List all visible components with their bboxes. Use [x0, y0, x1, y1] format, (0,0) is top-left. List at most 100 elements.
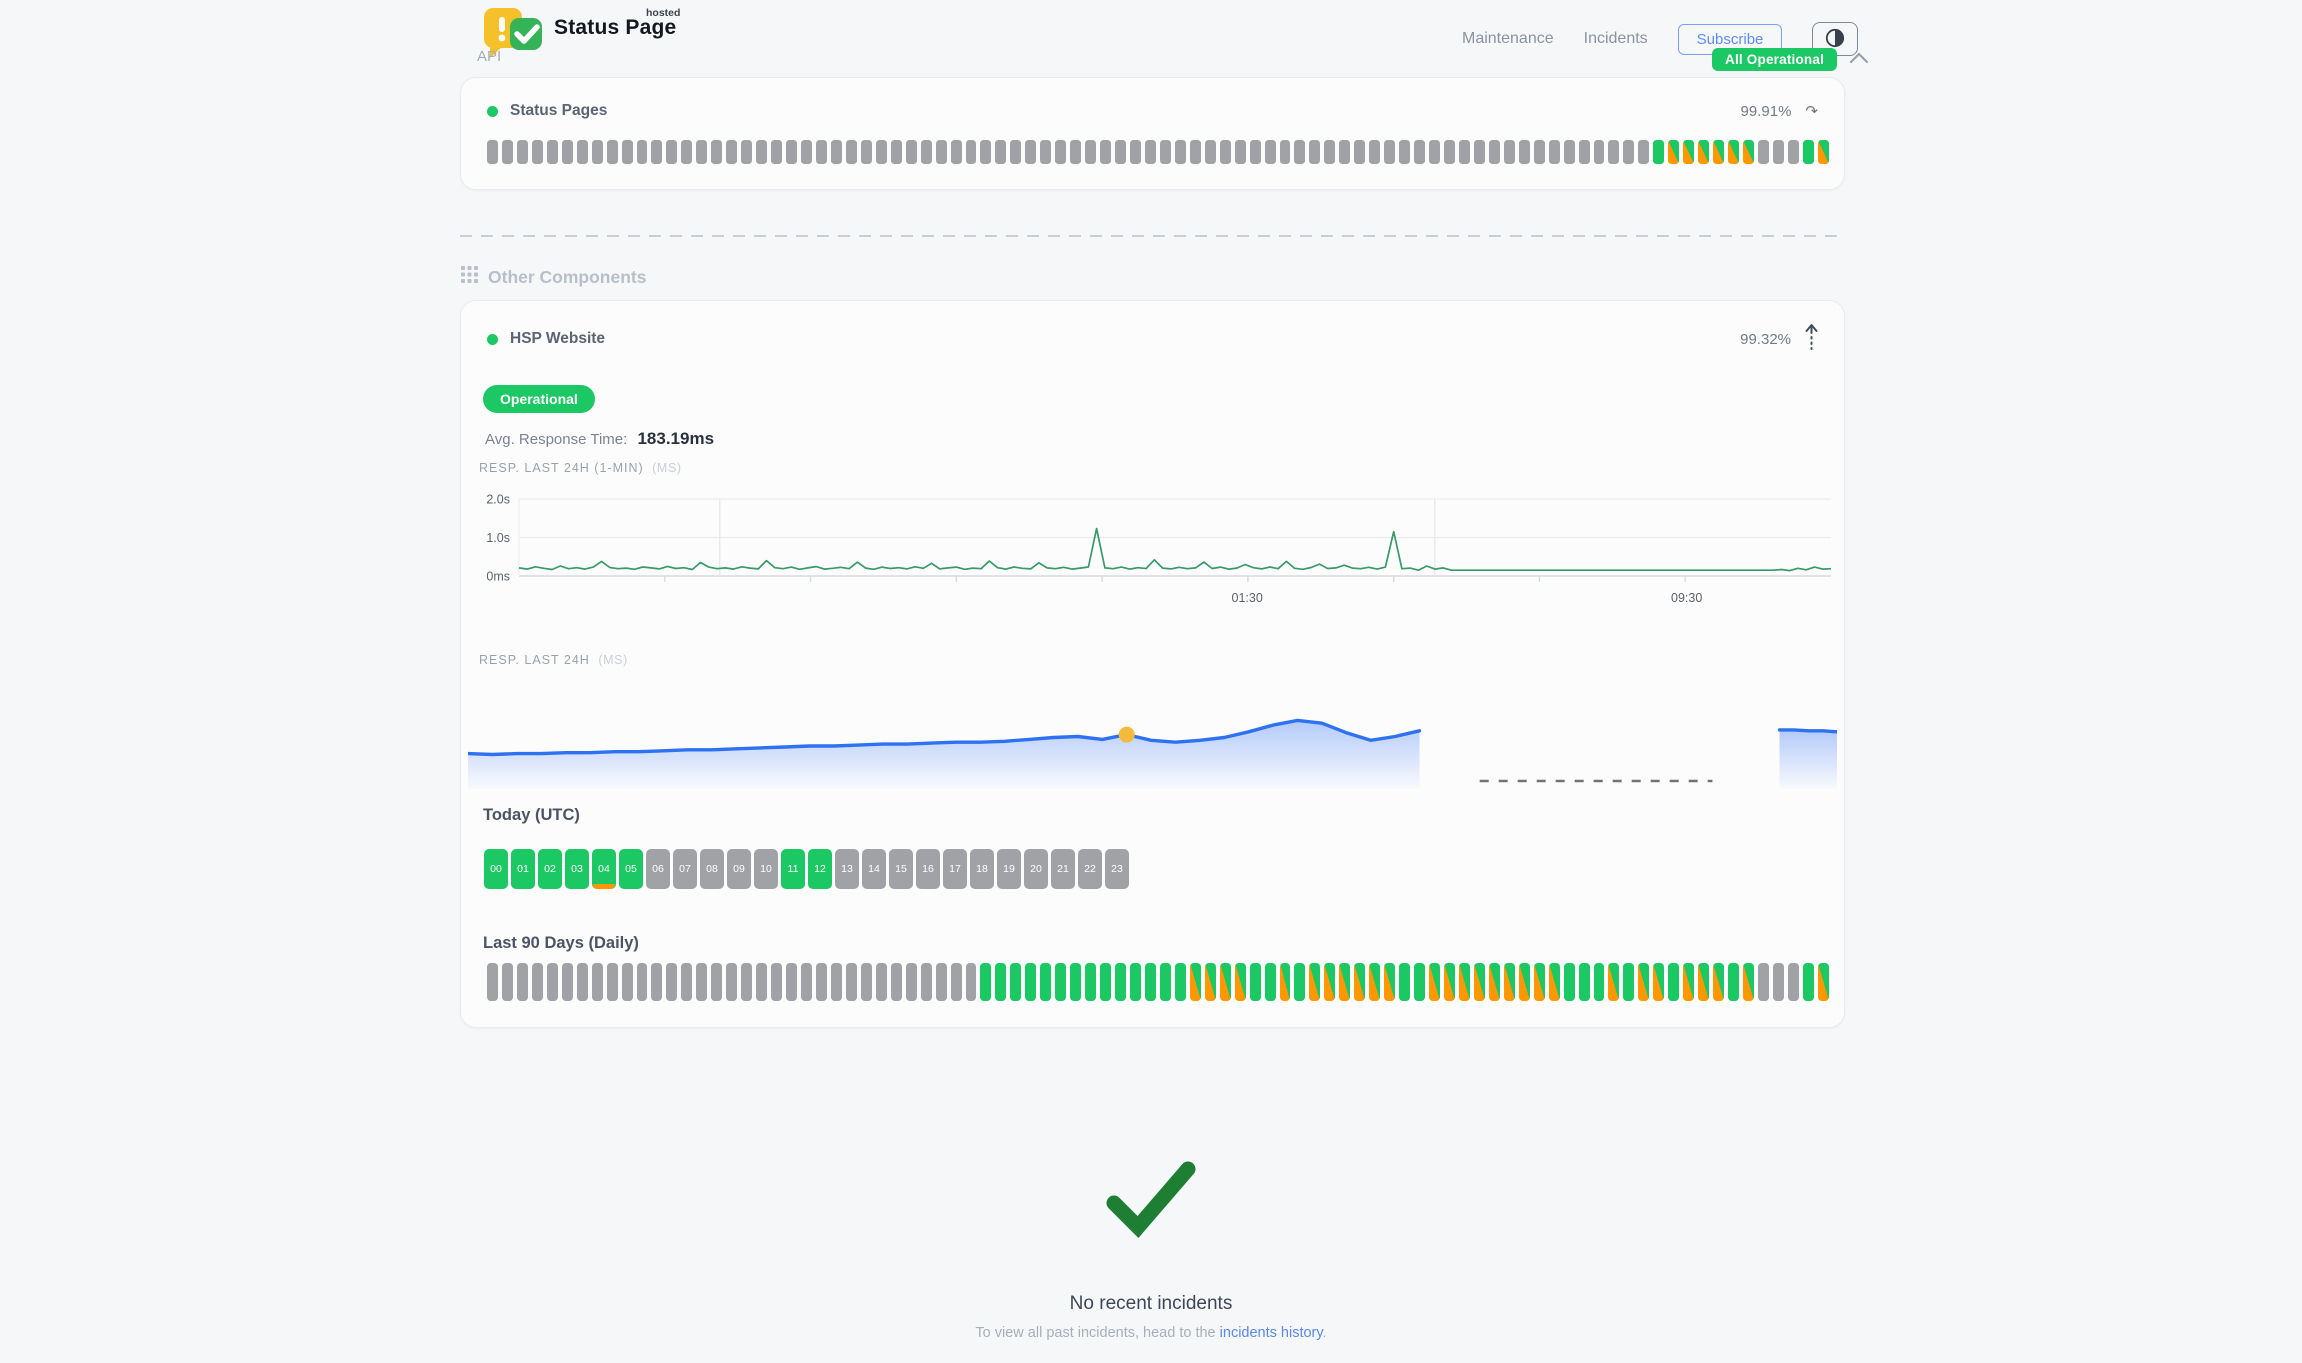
hour-block-04[interactable]: 04 — [592, 849, 616, 889]
uptime-bar-up[interactable] — [1100, 963, 1111, 1001]
uptime-bar-nodata[interactable] — [547, 140, 558, 164]
uptime-bar-nodata[interactable] — [696, 963, 707, 1001]
uptime-bar-nodata[interactable] — [1055, 140, 1066, 164]
uptime-bar-nodata[interactable] — [1025, 140, 1036, 164]
component-row[interactable]: Status Pages 99.91% ↷ — [461, 78, 1844, 120]
uptime-bar-nodata[interactable] — [1265, 140, 1276, 164]
uptime-bar-nodata[interactable] — [532, 140, 543, 164]
hour-block-10[interactable]: 10 — [754, 849, 778, 889]
uptime-bar-up[interactable] — [1399, 963, 1410, 1001]
uptime-bar-nodata[interactable] — [577, 140, 588, 164]
uptime-bar-nodata[interactable] — [651, 963, 662, 1001]
uptime-bar-up[interactable] — [1265, 963, 1276, 1001]
uptime-bar-up[interactable] — [1594, 963, 1605, 1001]
uptime-bar-nodata[interactable] — [1489, 140, 1500, 164]
uptime-bar-up[interactable] — [1414, 963, 1425, 1001]
hour-block-14[interactable]: 14 — [862, 849, 886, 889]
uptime-bar-nodata[interactable] — [1354, 140, 1365, 164]
uptime-bar-nodata[interactable] — [517, 963, 528, 1001]
uptime-bar-nodata[interactable] — [1010, 140, 1021, 164]
hour-block-03[interactable]: 03 — [565, 849, 589, 889]
uptime-bar-nodata[interactable] — [502, 140, 513, 164]
uptime-bar-nodata[interactable] — [726, 963, 737, 1001]
uptime-bar-degraded[interactable] — [1638, 963, 1649, 1001]
uptime-bar-degraded[interactable] — [1743, 963, 1754, 1001]
uptime-bar-degraded[interactable] — [1429, 963, 1440, 1001]
uptime-bar-nodata[interactable] — [1788, 140, 1799, 164]
hour-block-12[interactable]: 12 — [808, 849, 832, 889]
uptime-bar-nodata[interactable] — [1474, 140, 1485, 164]
uptime-bar-nodata[interactable] — [1070, 140, 1081, 164]
uptime-bar-degraded[interactable] — [1713, 140, 1724, 164]
uptime-bar-degraded[interactable] — [1653, 963, 1664, 1001]
uptime-bar-nodata[interactable] — [936, 963, 947, 1001]
uptime-bar-nodata[interactable] — [562, 140, 573, 164]
uptime-bar-nodata[interactable] — [1444, 140, 1455, 164]
uptime-bar-nodata[interactable] — [966, 140, 977, 164]
uptime-bar-nodata[interactable] — [966, 963, 977, 1001]
uptime-bar-nodata[interactable] — [1399, 140, 1410, 164]
hour-block-15[interactable]: 15 — [889, 849, 913, 889]
uptime-bar-nodata[interactable] — [1220, 140, 1231, 164]
uptime-bar-nodata[interactable] — [696, 140, 707, 164]
uptime-bar-nodata[interactable] — [816, 140, 827, 164]
uptime-bar-up[interactable] — [1085, 963, 1096, 1001]
uptime-bar-nodata[interactable] — [1115, 140, 1126, 164]
uptime-bar-up[interactable] — [1160, 963, 1171, 1001]
hour-block-09[interactable]: 09 — [727, 849, 751, 889]
uptime-bar-up[interactable] — [1579, 963, 1590, 1001]
uptime-bar-degraded[interactable] — [1818, 140, 1829, 164]
uptime-bar-degraded[interactable] — [1280, 963, 1291, 1001]
uptime-bar-nodata[interactable] — [921, 140, 932, 164]
hour-block-23[interactable]: 23 — [1105, 849, 1129, 889]
uptime-bar-nodata[interactable] — [1594, 140, 1605, 164]
uptime-bar-nodata[interactable] — [951, 963, 962, 1001]
uptime-bar-nodata[interactable] — [1280, 140, 1291, 164]
uptime-bar-nodata[interactable] — [502, 963, 513, 1001]
hour-block-02[interactable]: 02 — [538, 849, 562, 889]
uptime-bar-up[interactable] — [1653, 140, 1664, 164]
uptime-bar-nodata[interactable] — [607, 140, 618, 164]
uptime-bar-nodata[interactable] — [592, 140, 603, 164]
uptime-bar-nodata[interactable] — [846, 140, 857, 164]
uptime-bar-nodata[interactable] — [1294, 140, 1305, 164]
uptime-bar-nodata[interactable] — [1638, 140, 1649, 164]
uptime-bar-nodata[interactable] — [741, 140, 752, 164]
uptime-bar-nodata[interactable] — [637, 140, 648, 164]
uptime-bar-degraded[interactable] — [1534, 963, 1545, 1001]
uptime-bar-nodata[interactable] — [487, 963, 498, 1001]
hour-block-21[interactable]: 21 — [1051, 849, 1075, 889]
uptime-bar-nodata[interactable] — [1608, 140, 1619, 164]
uptime-bar-degraded[interactable] — [1384, 963, 1395, 1001]
uptime-bar-up[interactable] — [1010, 963, 1021, 1001]
status-badge[interactable]: All Operational — [1712, 48, 1837, 71]
uptime-bar-degraded[interactable] — [1504, 963, 1515, 1001]
uptime-bar-nodata[interactable] — [1773, 963, 1784, 1001]
uptime-bar-nodata[interactable] — [1250, 140, 1261, 164]
uptime-bar-nodata[interactable] — [1085, 140, 1096, 164]
uptime-bar-nodata[interactable] — [1145, 140, 1156, 164]
uptime-bar-nodata[interactable] — [995, 140, 1006, 164]
uptime-bar-nodata[interactable] — [891, 963, 902, 1001]
uptime-bar-nodata[interactable] — [622, 140, 633, 164]
uptime-bar-nodata[interactable] — [741, 963, 752, 1001]
uptime-bar-up[interactable] — [1130, 963, 1141, 1001]
uptime-bar-nodata[interactable] — [577, 963, 588, 1001]
uptime-bar-nodata[interactable] — [547, 963, 558, 1001]
uptime-bar-degraded[interactable] — [1608, 963, 1619, 1001]
uptime-bar-nodata[interactable] — [607, 963, 618, 1001]
uptime-bar-up[interactable] — [1025, 963, 1036, 1001]
uptime-bar-nodata[interactable] — [906, 963, 917, 1001]
hour-block-16[interactable]: 16 — [916, 849, 940, 889]
uptime-bar-up[interactable] — [1668, 963, 1679, 1001]
incidents-history-link[interactable]: incidents history — [1220, 1325, 1323, 1341]
hour-block-11[interactable]: 11 — [781, 849, 805, 889]
uptime-bar-degraded[interactable] — [1309, 963, 1320, 1001]
uptime-bar-nodata[interactable] — [1369, 140, 1380, 164]
uptime-bar-nodata[interactable] — [1100, 140, 1111, 164]
chevron-up-icon[interactable] — [1849, 51, 1869, 69]
uptime-bar-up[interactable] — [1564, 963, 1575, 1001]
hour-block-19[interactable]: 19 — [997, 849, 1021, 889]
uptime-bar-nodata[interactable] — [921, 963, 932, 1001]
uptime-bar-up[interactable] — [1803, 963, 1814, 1001]
